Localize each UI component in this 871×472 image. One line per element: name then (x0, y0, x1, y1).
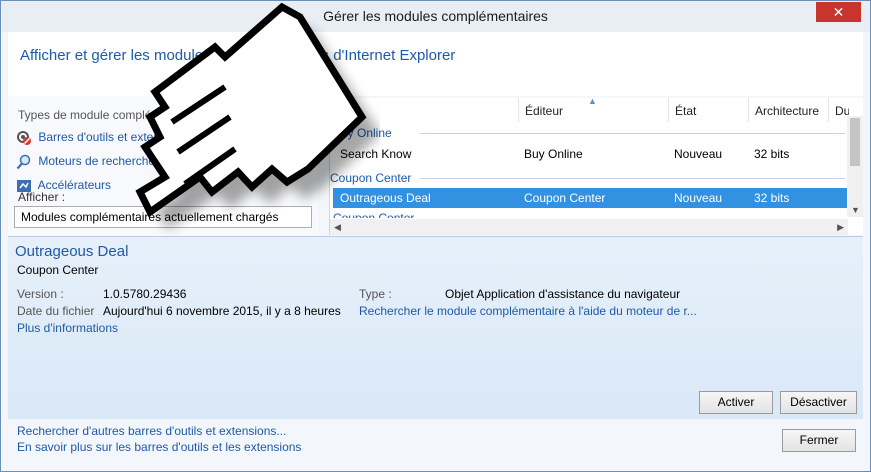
more-info-link[interactable]: Plus d'informations (17, 321, 118, 335)
search-icon (16, 154, 31, 170)
version-value: 1.0.5780.29436 (103, 287, 187, 301)
scroll-right-icon[interactable]: ▶ (837, 222, 844, 233)
learn-more-toolbars-link[interactable]: En savoir plus sur les barres d'outils e… (17, 440, 301, 454)
table-row[interactable]: Search Know Buy Online Nouveau 32 bits (333, 144, 847, 164)
close-icon: ✕ (832, 4, 845, 20)
type-label: Type : (359, 287, 392, 301)
column-header-architecture[interactable]: Architecture (749, 98, 829, 122)
row-status: Nouveau (674, 147, 723, 161)
hand-pointer-icon (135, 2, 380, 229)
table-row-selected[interactable]: Outrageous Deal Coupon Center Nouveau 32… (333, 188, 847, 208)
group-divider (420, 178, 845, 179)
row-publisher: Coupon Center (524, 191, 606, 205)
column-header-label: Éditeur (525, 104, 564, 118)
show-label: Afficher : (18, 190, 66, 204)
enable-button[interactable]: Activer (699, 391, 773, 414)
type-value: Objet Application d'assistance du naviga… (445, 287, 681, 301)
version-label: Version : (17, 287, 64, 301)
close-window-button[interactable]: ✕ (816, 2, 861, 22)
details-addon-name: Outrageous Deal (15, 243, 129, 260)
details-company: Coupon Center (17, 263, 99, 277)
horizontal-scrollbar[interactable]: ◀ ▶ (330, 219, 848, 235)
date-label: Date du fichier : (17, 304, 99, 318)
disable-button[interactable]: Désactiver (780, 391, 857, 414)
column-header-duration[interactable]: Du (829, 98, 849, 122)
scroll-down-icon[interactable]: ▼ (851, 205, 860, 215)
find-more-toolbars-link[interactable]: Rechercher d'autres barres d'outils et e… (17, 424, 286, 438)
date-value: Aujourd'hui 6 novembre 2015, il y a 8 he… (103, 304, 341, 318)
row-architecture: 32 bits (754, 147, 790, 161)
toolbar-gear-icon (17, 131, 31, 145)
search-addon-link[interactable]: Rechercher le module complémentaire à l'… (359, 304, 697, 318)
scrollbar-thumb[interactable] (850, 118, 860, 166)
column-header-status[interactable]: État (669, 98, 749, 122)
addons-list: Nom Éditeur ▲ État Architecture Du Buy O… (329, 96, 863, 235)
group-divider (420, 133, 845, 134)
row-publisher: Buy Online (524, 147, 583, 161)
footer: Rechercher d'autres barres d'outils et e… (8, 419, 863, 466)
vertical-scrollbar[interactable]: ▼ (847, 116, 863, 217)
close-button[interactable]: Fermer (782, 429, 856, 452)
row-status: Nouveau (674, 191, 723, 205)
row-architecture: 32 bits (754, 191, 790, 205)
sort-ascending-icon: ▲ (588, 96, 597, 106)
